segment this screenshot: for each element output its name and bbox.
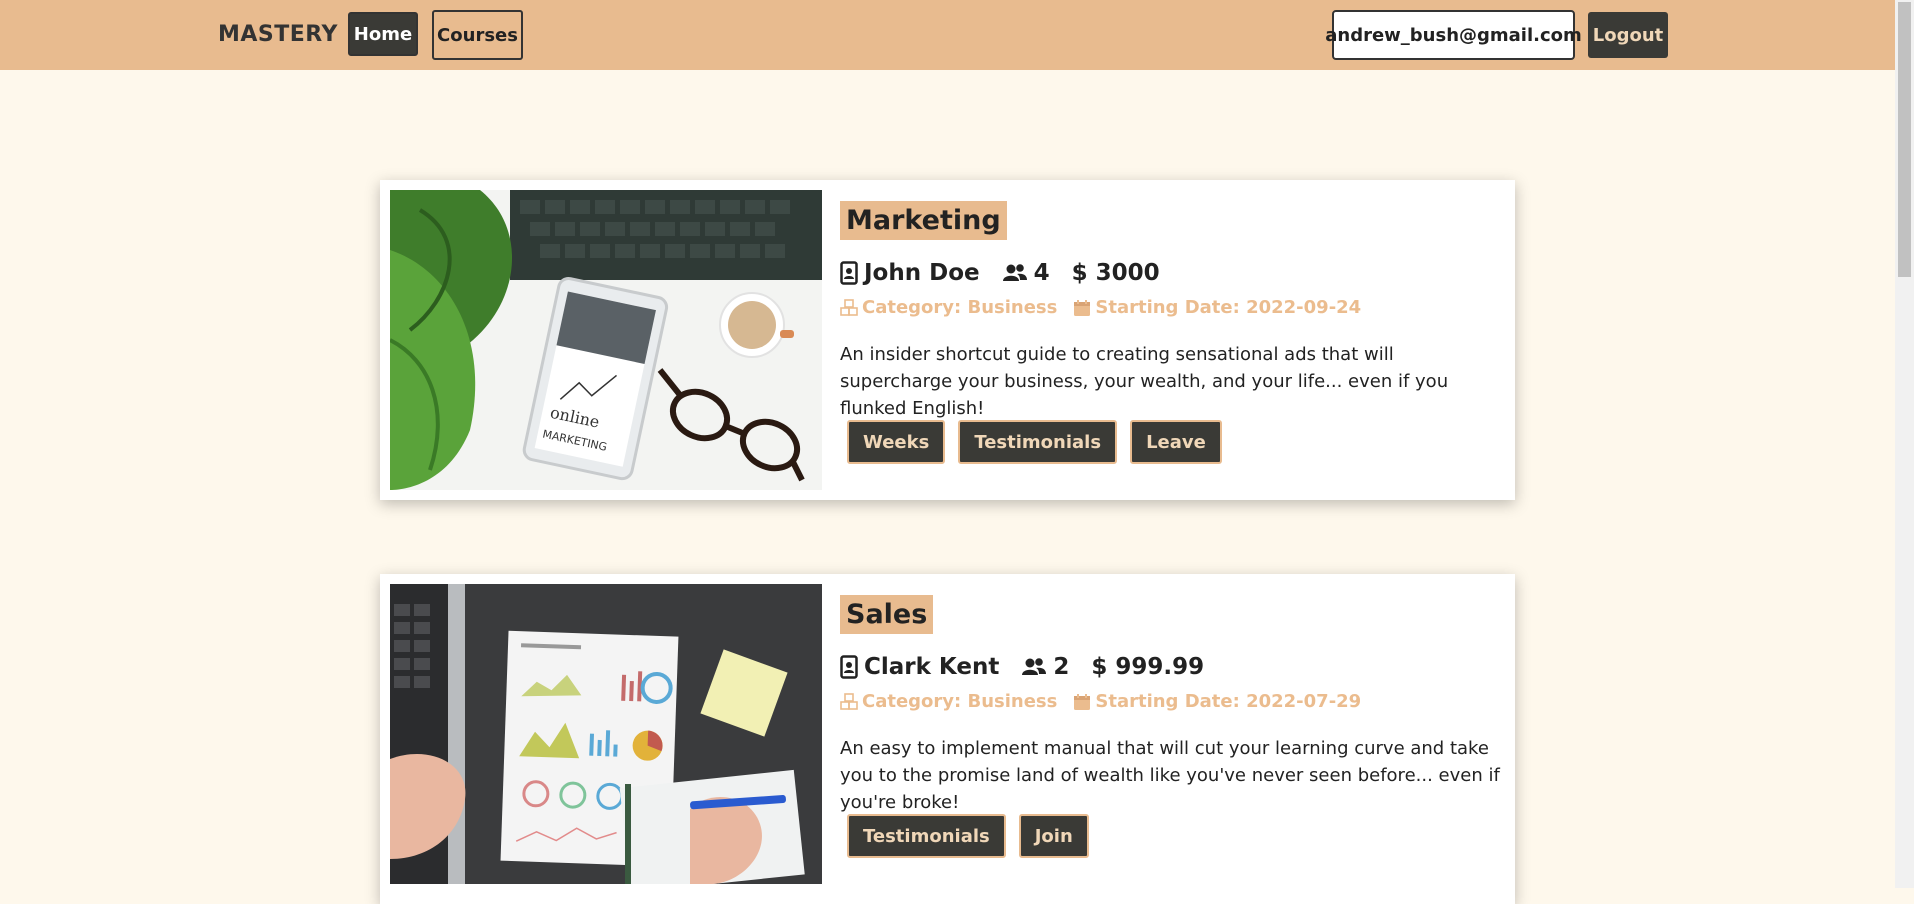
course-image: online MARKETING — [390, 190, 822, 490]
course-start-date: Starting Date: 2022-07-29 — [1073, 691, 1361, 712]
weeks-button[interactable]: Weeks — [847, 420, 946, 464]
instructor-name: Clark Kent — [864, 654, 1000, 680]
course-meta: Clark Kent 2 $ 999.99 — [840, 654, 1226, 680]
course-description: An insider shortcut guide to creating se… — [840, 344, 1449, 419]
nav-home-button[interactable]: Home — [348, 12, 418, 56]
instructor: Clark Kent — [840, 654, 999, 680]
calendar-icon — [1074, 693, 1091, 710]
student-count: 4 — [1002, 260, 1050, 286]
category-text: Category: Business — [862, 297, 1058, 318]
start-date-text: Starting Date: 2022-09-24 — [1095, 297, 1362, 318]
course-category: Category: Business — [840, 691, 1057, 712]
course-price: $ 999.99 — [1091, 654, 1205, 680]
course-card: Sales Clark Kent 2 $ 999.99 Category: Bu… — [380, 574, 1515, 904]
id-badge-icon — [840, 261, 858, 285]
course-subinfo: Category: Business Starting Date: 2022-0… — [840, 691, 1377, 712]
users-icon — [1002, 264, 1027, 281]
course-subinfo: Category: Business Starting Date: 2022-0… — [840, 297, 1377, 318]
sales-charts-photo-icon — [390, 584, 822, 884]
navbar: MASTERY Home Courses andrew_bush@gmail.c… — [0, 0, 1895, 70]
course-category: Category: Business — [840, 297, 1057, 318]
cubes-icon — [840, 298, 858, 316]
cubes-icon — [840, 692, 858, 710]
course-title: Marketing — [840, 201, 1007, 240]
logout-button[interactable]: Logout — [1588, 12, 1668, 58]
course-actions: Testimonials Join — [847, 814, 1102, 858]
course-meta: John Doe 4 $ 3000 — [840, 260, 1182, 286]
online-marketing-photo-icon: online MARKETING — [390, 190, 822, 490]
calendar-icon — [1074, 299, 1091, 316]
course-actions: Weeks Testimonials Leave — [847, 420, 1235, 464]
course-card: online MARKETING Marketing John Doe 4 $ … — [380, 180, 1515, 500]
students-value: 4 — [1033, 260, 1050, 286]
student-count: 2 — [1021, 654, 1069, 680]
join-button[interactable]: Join — [1018, 814, 1089, 858]
user-email-badge[interactable]: andrew_bush@gmail.com — [1325, 10, 1582, 60]
users-icon — [1022, 658, 1047, 675]
course-start-date: Starting Date: 2022-09-24 — [1073, 297, 1361, 318]
nav-courses-button[interactable]: Courses — [432, 10, 523, 60]
instructor: John Doe — [840, 260, 980, 286]
start-date-text: Starting Date: 2022-07-29 — [1095, 691, 1362, 712]
course-price: $ 3000 — [1071, 260, 1160, 286]
leave-button[interactable]: Leave — [1130, 420, 1222, 464]
scrollbar-thumb[interactable] — [1898, 2, 1911, 277]
course-description: An easy to implement manual that will cu… — [840, 738, 1500, 813]
testimonials-button[interactable]: Testimonials — [958, 420, 1118, 464]
students-value: 2 — [1053, 654, 1070, 680]
id-badge-icon — [840, 655, 858, 679]
course-image — [390, 584, 822, 884]
instructor-name: John Doe — [864, 260, 980, 286]
category-text: Category: Business — [862, 691, 1058, 712]
course-title: Sales — [840, 595, 934, 634]
page-scrollbar[interactable] — [1895, 0, 1914, 888]
testimonials-button[interactable]: Testimonials — [847, 814, 1006, 858]
brand-logo[interactable]: MASTERY — [218, 22, 338, 47]
